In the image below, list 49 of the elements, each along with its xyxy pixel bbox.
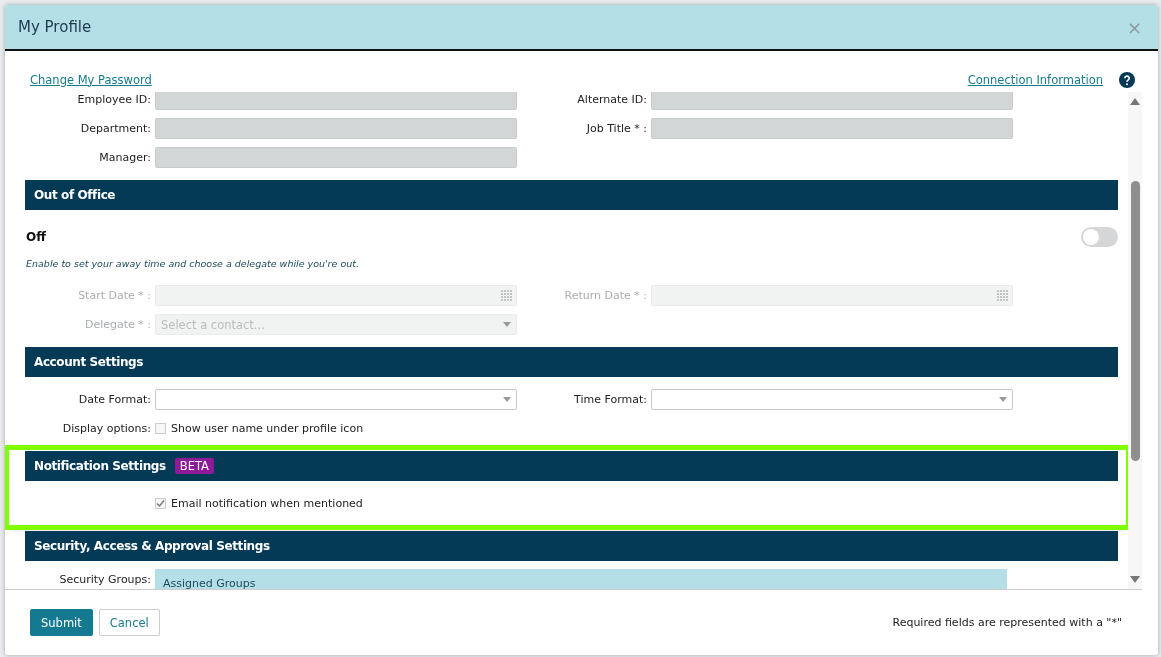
field-label: Delegate * : bbox=[83, 318, 151, 331]
field-label: Display options: bbox=[61, 421, 151, 435]
caret-icon bbox=[999, 397, 1007, 402]
required-note: Required fields are represented with a "*" bbox=[892, 616, 1122, 629]
field-label: Department: bbox=[79, 122, 151, 135]
field-label: Alternate ID: bbox=[576, 93, 647, 106]
beta-badge: BETA bbox=[174, 458, 214, 474]
section-title: Account Settings bbox=[34, 355, 143, 369]
field-label: Time Format: bbox=[573, 393, 647, 406]
scroll-down-icon[interactable] bbox=[1130, 576, 1140, 583]
scroll-up-icon[interactable] bbox=[1130, 98, 1140, 105]
password-link[interactable]: Change My Password bbox=[30, 72, 152, 87]
scrollbar[interactable] bbox=[1128, 92, 1142, 589]
calendar-icon[interactable] bbox=[997, 289, 1009, 302]
toggle-label: Off bbox=[26, 230, 46, 244]
dropdown-field[interactable] bbox=[155, 389, 517, 410]
field-label: Return Date * : bbox=[563, 289, 647, 302]
field-label: Job Title * : bbox=[585, 122, 647, 135]
help-icon[interactable] bbox=[1119, 71, 1135, 88]
toggle-switch[interactable] bbox=[1081, 227, 1118, 247]
connection-link[interactable]: Connection Information bbox=[967, 72, 1103, 87]
checkbox[interactable] bbox=[155, 422, 166, 434]
input-field[interactable] bbox=[651, 92, 1013, 110]
input-field[interactable] bbox=[155, 92, 517, 110]
caret-icon bbox=[503, 322, 511, 327]
field-label: Start Date * : bbox=[77, 289, 151, 302]
section-title: Out of Office bbox=[34, 188, 116, 202]
hint-text: Enable to set your away time and choose a delegate while you're out. bbox=[26, 258, 360, 271]
input-field[interactable] bbox=[155, 147, 517, 168]
submit-button[interactable]: Submit bbox=[30, 609, 93, 636]
cancel-button[interactable]: Cancel bbox=[98, 609, 160, 636]
calendar-icon[interactable] bbox=[501, 289, 513, 302]
field-label: Date Format: bbox=[77, 393, 151, 406]
checkbox[interactable] bbox=[155, 497, 166, 509]
field-label: Security Groups: bbox=[58, 572, 151, 586]
dropdown-field[interactable] bbox=[651, 389, 1013, 410]
section-title: Security, Access & Approval Settings bbox=[34, 539, 270, 553]
window-title: My Profile bbox=[18, 18, 92, 36]
date-field[interactable] bbox=[155, 285, 517, 306]
field-label: Manager: bbox=[98, 151, 151, 164]
date-field[interactable] bbox=[651, 285, 1013, 306]
checkbox-label: Email notification when mentioned bbox=[171, 496, 363, 510]
input-field[interactable] bbox=[155, 118, 517, 139]
section-title: Notification Settings bbox=[34, 459, 166, 473]
checkbox-label: Show user name under profile icon bbox=[171, 421, 364, 435]
input-field[interactable] bbox=[651, 118, 1013, 139]
list-header: Assigned Groups bbox=[155, 569, 1007, 589]
caret-icon bbox=[503, 397, 511, 402]
field-label: Employee ID: bbox=[76, 93, 151, 106]
